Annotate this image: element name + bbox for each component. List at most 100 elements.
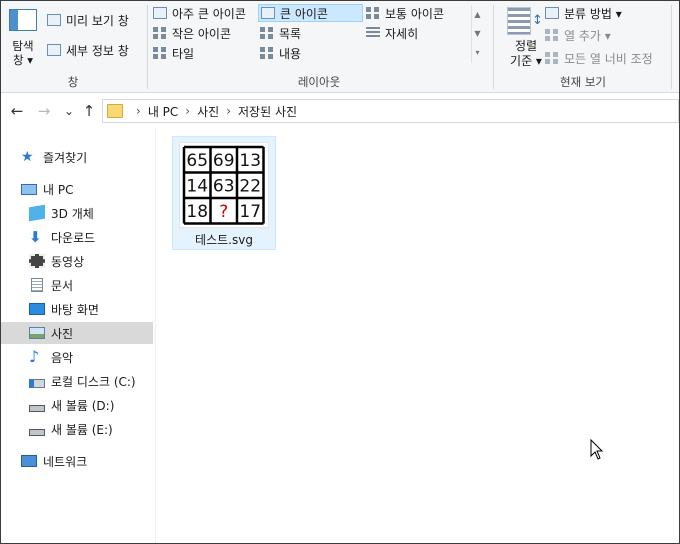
nav-item-label: 다운로드 (51, 230, 96, 245)
add-columns-button[interactable]: 열 추가 ▾ (545, 26, 611, 44)
recent-locations-button[interactable]: ⌄ (59, 101, 79, 121)
layout-content[interactable]: 내용 (260, 44, 301, 62)
nav-item-volume-d[interactable]: 새 볼륨 (D:) (1, 394, 153, 416)
details-icon (366, 27, 380, 39)
ribbon-view-tab: 탐색 창 ▾ 미리 보기 창 세부 정보 창 창 아주 큰 아이콘 큰 아이콘 … (1, 1, 679, 93)
nav-item-videos[interactable]: 동영상 (1, 250, 153, 272)
breadcrumb-separator[interactable]: › (226, 104, 231, 118)
extra-large-icons-icon (153, 7, 167, 19)
pictures-icon (29, 327, 45, 339)
desktop-icon (29, 303, 45, 315)
size-all-columns-label: 모든 열 너비 조정 (564, 51, 653, 66)
grid-cell-value: 17 (239, 202, 261, 222)
layout-extra-large-icons[interactable]: 아주 큰 아이콘 (153, 4, 246, 22)
up-button[interactable]: ↑ (79, 101, 99, 121)
layout-label: 보통 아이콘 (385, 6, 445, 21)
layout-gallery-scroll[interactable]: ▲ ▼ ▾ (471, 5, 483, 63)
layout-label: 자세히 (385, 26, 419, 41)
nav-item-pictures[interactable]: 사진 (1, 322, 153, 344)
nav-item-quick-access[interactable]: ★ 즐겨찾기 (1, 146, 153, 168)
address-bar[interactable]: › 내 PC › 사진 › 저장된 사진 (102, 99, 679, 123)
layout-label: 아주 큰 아이콘 (172, 6, 246, 21)
layout-large-icons[interactable]: 큰 아이콘 (258, 4, 363, 22)
sort-arrow-icon: ↕ (532, 13, 543, 28)
add-columns-icon (545, 29, 559, 41)
nav-item-label: 음악 (51, 350, 74, 365)
forward-button[interactable]: → (34, 101, 54, 121)
current-view-group-label: 현재 보기 (560, 75, 606, 89)
nav-item-label: 로컬 디스크 (C:) (51, 374, 136, 389)
nav-item-this-pc[interactable]: 내 PC (1, 178, 153, 200)
navigation-pane-label: 탐색 (12, 39, 34, 53)
sort-by-label-2: 기준 ▾ (510, 54, 542, 68)
nav-item-network[interactable]: 네트워크 (1, 450, 153, 472)
navpane-divider[interactable] (155, 129, 156, 543)
grid-cell-value: 14 (186, 176, 208, 196)
details-pane-button[interactable]: 세부 정보 창 (47, 41, 129, 59)
ribbon-separator (147, 5, 148, 89)
nav-item-downloads[interactable]: ⬇ 다운로드 (1, 226, 153, 248)
layout-details[interactable]: 자세히 (366, 24, 418, 42)
layout-label: 타일 (172, 46, 195, 61)
document-icon (31, 278, 43, 292)
preview-pane-label: 미리 보기 창 (66, 13, 129, 28)
medium-icons-icon (366, 7, 380, 19)
sort-by-icon (507, 7, 531, 35)
nav-item-3d-objects[interactable]: 3D 개체 (1, 202, 153, 224)
layout-group: 아주 큰 아이콘 큰 아이콘 보통 아이콘 작은 아이콘 목록 자세히 타일 내… (149, 1, 489, 93)
folder-icon (107, 104, 123, 118)
music-icon: ♪ (29, 347, 40, 366)
layout-small-icons[interactable]: 작은 아이콘 (153, 24, 231, 42)
drive-icon (29, 404, 45, 412)
grid-cell-value: 13 (239, 151, 261, 171)
breadcrumb-separator[interactable]: › (185, 104, 190, 118)
navigation-pane-button[interactable]: 탐색 창 ▾ (6, 7, 40, 71)
pane-group: 탐색 창 ▾ 미리 보기 창 세부 정보 창 창 (1, 1, 145, 93)
breadcrumb-pictures[interactable]: 사진 (197, 103, 219, 120)
file-thumbnail: 65 69 13 14 63 22 18? 17 (179, 142, 269, 228)
large-icons-icon (261, 7, 275, 19)
nav-item-label: 새 볼륨 (D:) (51, 398, 115, 413)
grid-cell-value: 69 (213, 151, 235, 171)
sort-by-button[interactable]: ↕ 정렬 기준 ▾ (503, 7, 545, 71)
grid-cell-value: 63 (213, 176, 235, 196)
preview-pane-button[interactable]: 미리 보기 창 (47, 11, 129, 29)
nav-item-local-disk-c[interactable]: 로컬 디스크 (C:) (1, 370, 153, 392)
grid-cell-value: 22 (239, 176, 261, 196)
number-grid-image: 65 69 13 14 63 22 18? 17 (182, 145, 265, 225)
gallery-expand-icon[interactable]: ▾ (472, 43, 483, 62)
small-icons-icon (153, 27, 167, 39)
navigation-pane-icon (9, 9, 37, 31)
nav-item-label: 동영상 (51, 254, 85, 269)
file-item[interactable]: 65 69 13 14 63 22 18? 17 테스트.svg (172, 136, 276, 250)
gallery-scroll-up-icon[interactable]: ▲ (472, 5, 483, 24)
group-by-icon (545, 7, 559, 19)
size-all-columns-button[interactable]: 모든 열 너비 조정 (545, 49, 653, 67)
file-name-label[interactable]: 테스트.svg (173, 231, 275, 248)
group-by-button[interactable]: 분류 방법 ▾ (545, 4, 622, 22)
breadcrumb-this-pc[interactable]: 내 PC (148, 103, 178, 120)
breadcrumb-saved-pictures[interactable]: 저장된 사진 (238, 103, 297, 120)
layout-label: 내용 (279, 46, 302, 61)
layout-label: 큰 아이콘 (280, 6, 328, 21)
gallery-scroll-down-icon[interactable]: ▼ (472, 24, 483, 43)
file-list-view[interactable]: 65 69 13 14 63 22 18? 17 테스트.svg (157, 129, 679, 543)
tiles-icon (153, 47, 167, 59)
grid-cell-value: ? (219, 202, 228, 222)
nav-item-volume-e[interactable]: 새 볼륨 (E:) (1, 418, 153, 440)
nav-item-documents[interactable]: 문서 (1, 274, 153, 296)
back-button[interactable]: ← (7, 101, 27, 121)
nav-item-music[interactable]: ♪ 음악 (1, 346, 153, 368)
layout-tiles[interactable]: 타일 (153, 44, 194, 62)
drive-icon (29, 378, 45, 388)
add-columns-label: 열 추가 ▾ (564, 28, 611, 43)
layout-list[interactable]: 목록 (260, 24, 301, 42)
navigation-pane: ★ 즐겨찾기 내 PC 3D 개체 ⬇ 다운로드 동영상 문서 바탕 화면 사진… (1, 135, 154, 543)
star-icon: ★ (21, 149, 34, 165)
nav-item-desktop[interactable]: 바탕 화면 (1, 298, 153, 320)
nav-item-label: 네트워크 (43, 454, 88, 469)
details-pane-icon (47, 44, 61, 56)
nav-item-label: 내 PC (43, 182, 74, 197)
layout-medium-icons[interactable]: 보통 아이콘 (366, 4, 444, 22)
breadcrumb-separator[interactable]: › (136, 104, 141, 118)
